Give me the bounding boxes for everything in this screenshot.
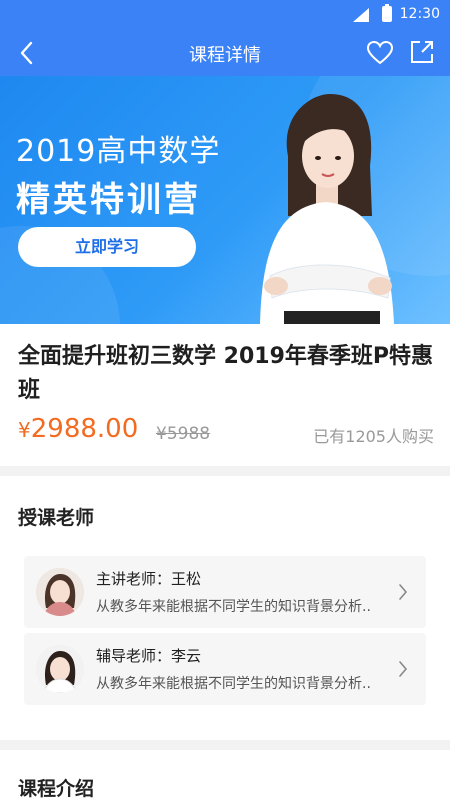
heart-icon[interactable]	[366, 39, 394, 67]
current-price: ¥2988.00	[18, 414, 138, 444]
avatar-image	[36, 645, 84, 693]
currency-symbol: ¥	[18, 418, 31, 442]
share-icon[interactable]	[408, 38, 436, 66]
teachers-section-title: 授课老师	[18, 507, 95, 529]
clock: 12:30	[399, 6, 440, 22]
study-now-button[interactable]: 立即学习	[18, 227, 196, 267]
purchase-count: 已有1205人购买	[313, 427, 434, 446]
teacher-avatar	[36, 645, 84, 693]
teacher-desc: 从教多年来能根据不同学生的知识背景分析..	[96, 676, 371, 692]
teacher-card[interactable]: 主讲老师：王松 从教多年来能根据不同学生的知识背景分析..	[24, 556, 426, 628]
original-price: ¥5988	[156, 424, 211, 444]
teacher-name: 主讲老师：王松	[96, 570, 202, 588]
teacher-photo	[260, 94, 394, 324]
course-title: 全面提升班初三数学 2019年春季班P特惠班	[18, 344, 434, 403]
chevron-right-icon	[399, 661, 408, 677]
course-banner[interactable]: 2019高中数学 精英特训营 立即学习	[0, 76, 450, 324]
section-divider	[0, 740, 450, 750]
teacher-card[interactable]: 辅导老师：李云 从教多年来能根据不同学生的知识背景分析..	[24, 633, 426, 705]
banner-subheadline: 精英特训营	[16, 180, 201, 220]
teacher-desc: 从教多年来能根据不同学生的知识背景分析..	[96, 599, 371, 615]
banner-headline: 2019高中数学	[16, 134, 221, 169]
section-divider	[0, 466, 450, 476]
nav-bar: 课程详情	[0, 30, 450, 76]
intro-section-title: 课程介绍	[18, 778, 95, 800]
chevron-right-icon	[399, 584, 408, 600]
status-bar: 12:30	[0, 0, 450, 30]
signal-icon	[353, 8, 369, 22]
teacher-avatar	[36, 568, 84, 616]
battery-icon	[382, 4, 392, 22]
teacher-name: 辅导老师：李云	[96, 647, 202, 665]
price-value: 2988.00	[30, 414, 139, 444]
avatar-image	[36, 568, 84, 616]
